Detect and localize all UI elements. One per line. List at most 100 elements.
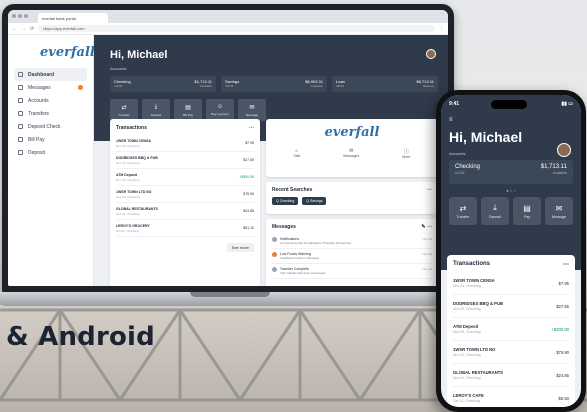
everfall-logo[interactable]: everfall [40,45,95,60]
sidebar-item-icon [18,72,23,77]
transaction-name: ATM Deposit [453,324,479,329]
back-icon[interactable]: ← [12,26,17,32]
window-controls[interactable] [12,14,28,18]
phone-screen: 9:41 ▮▮ ▭ ≡ Hi, Michael Accounts ⋯ Check… [441,95,581,407]
recent-search-chip[interactable]: Q Savings [302,197,327,205]
transaction-name: DODRIDGES BBQ & PUB [116,155,158,160]
compose-icon[interactable]: ✎ ⋯ [421,224,432,230]
message-date: Nov 03 [422,237,432,241]
sidebar-item-dashboard[interactable]: Dashboard [14,68,87,81]
browser-menu-icon[interactable]: ⋮ [439,26,444,32]
transaction-date: Nov 03, Checking [116,177,140,182]
transaction-amount: $75.90 [243,192,254,196]
messages-list: Notifications An incoming card for Michae… [272,234,432,279]
transaction-row[interactable]: GLOBAL RESTAURANTS Nov 01, Checking $24.85 [116,203,254,220]
transaction-amount: +$300.00 [239,175,254,179]
message-preview: Your transfer has been processed [280,271,325,275]
browser-tab[interactable]: everfall bank portal [38,13,108,23]
message-icon: ✉ [555,203,563,213]
transaction-row[interactable]: 1WSR TOWN CENSA Nov 04, Checking $7.95 [116,135,254,152]
transaction-date: Oct 31, Checking [116,228,140,233]
quick-actions: ⇄ Transfer ⤓ Deposit ▤ Bill Pay ☺ Pay a person ✉… [110,99,438,121]
brand-link-more[interactable]: ⓘ More [402,148,410,159]
sidebar-item-transfers[interactable]: Transfers [14,107,87,120]
message-dot-icon [272,267,277,272]
transaction-row[interactable]: ATM Deposit Nov 03, Checking +$300.00 [453,318,569,341]
avatar[interactable] [426,49,436,59]
brand-link-visit[interactable]: ⌂ Visit [294,148,301,159]
bill-pay-button[interactable]: ▤ Bill Pay [174,99,202,121]
transaction-row[interactable]: DODRIDGES BBQ & PUB Nov 03, Checking $27.5… [116,152,254,169]
sidebar-item-label: Deposit [28,149,45,156]
transaction-amount: $24.85 [556,372,569,378]
account-sub-right: Available [199,84,212,88]
sidebar-item-messages[interactable]: Messages [14,81,87,94]
sidebar: everfall Dashboard Messages Accounts Transf… [8,35,95,286]
deposit-button[interactable]: ⤓ Deposit [142,99,170,121]
transaction-row[interactable]: 1WSR TOWN CENSA Nov 04, Checking $7.95 [453,272,569,295]
forward-icon[interactable]: → [21,26,26,32]
action-label: Deposit [489,215,501,219]
deposit-button[interactable]: ⤓ Deposit [481,197,509,225]
transaction-name: GLOBAL RESTAURANTS [453,370,504,375]
sidebar-item-label: Accounts [28,97,49,104]
sidebar-item-accounts[interactable]: Accounts [14,94,87,107]
transaction-name: LEROY'S CAFE [453,393,484,398]
laptop: everfall bank portal ← → ⟳ https://app.e… [2,4,454,294]
transaction-row[interactable]: LEROY'S GROCERY Oct 31, Checking $51.10 [116,220,254,237]
message-row[interactable]: Low Funds Warning Insufficient funds in C… [272,249,432,264]
status-time: 9:41 [449,101,460,107]
transaction-row[interactable]: 1WSR TOWN LTD NO Nov 02, Checking $75.90 [453,341,569,364]
transaction-row[interactable]: GLOBAL RESTAURANTS Nov 01, Checking $24.85 [453,364,569,387]
recent-searches-panel: Recent Searches ⋯ Q Checking Q Savings [266,182,438,214]
phone-avatar[interactable] [557,143,571,157]
recent-search-chip[interactable]: Q Checking [272,197,299,205]
transfer-button[interactable]: ⇄ Transfer [449,197,477,225]
message-button[interactable]: ✉ Message [545,197,573,225]
account-card[interactable]: Checking x1234 $1,713.11 Available [110,76,216,92]
account-sub: x9012 [336,84,345,88]
message-row[interactable]: Transfer Complete Your transfer has been … [272,264,432,279]
pay-button[interactable]: ▤ Pay [513,197,541,225]
phone-account-sub: x1234 [455,171,465,175]
sidebar-item-icon [18,137,23,142]
transaction-row[interactable]: ATM Deposit Nov 03, Checking +$300.00 [116,169,254,186]
address-bar[interactable]: https://app.everfall.com [38,25,435,32]
sidebar-item-icon [18,150,23,155]
sidebar-item-bill-pay[interactable]: Bill Pay [14,133,87,146]
more-options-icon[interactable]: ⋯ [563,261,569,268]
reload-icon[interactable]: ⟳ [30,26,34,32]
transaction-row[interactable]: LEROY'S CAFE Oct 31, Checking $6.50 [453,387,569,407]
deposit-icon: ⤓ [493,203,497,212]
transaction-amount: $27.55 [243,158,254,162]
more-options-icon[interactable]: ⋯ [427,187,432,193]
message-row[interactable]: Notifications An incoming card for Michae… [272,234,432,249]
pay-a-person-button[interactable]: ☺ Pay a person [206,99,234,121]
sidebar-item-label: Transfers [28,110,49,117]
bill-pay-icon: ▤ [185,104,191,111]
more-options-icon[interactable]: ⋯ [249,125,254,131]
sidebar-item-deposit-check[interactable]: Deposit Check [14,120,87,133]
sidebar-item-deposit[interactable]: Deposit [14,146,87,159]
see-more-button[interactable]: See more [226,243,254,252]
account-sub: x5678 [225,84,234,88]
sidebar-nav: Dashboard Messages Accounts Transfers Deposi… [14,68,87,159]
transaction-name: ATM Deposit [116,172,138,177]
messages-title: Messages [272,224,296,230]
message-button[interactable]: ✉ Message [238,99,266,121]
phone-account-card[interactable]: Checking x1234 $1,713.11 Available [449,160,573,184]
account-card[interactable]: Savings x5678 $8,903.31 Available [221,76,327,92]
transaction-row[interactable]: DODRIDGES BBQ & PUB Nov 03, Checking $27.5… [453,295,569,318]
message-icon: ✉ [249,104,255,111]
carousel-pager[interactable]: ● ○ ○ [449,188,573,193]
transaction-row[interactable]: 1WSR TOWN LTD NO Nov 02, Checking $75.90 [116,186,254,203]
account-card[interactable]: Loan x9012 $6,713.11 Balance [332,76,438,92]
action-label: Message [551,214,567,219]
transaction-amount: $7.95 [558,280,569,286]
menu-icon[interactable]: ≡ [449,117,573,123]
transaction-amount: $7.95 [245,141,254,145]
brand-link-messages[interactable]: ✉ Messages [343,148,359,159]
phone-account-sub-right: Available [552,171,567,175]
transfer-button[interactable]: ⇄ Transfer [110,99,138,121]
brand-links: ⌂ Visit ✉ Messages ⓘ More [272,148,432,159]
